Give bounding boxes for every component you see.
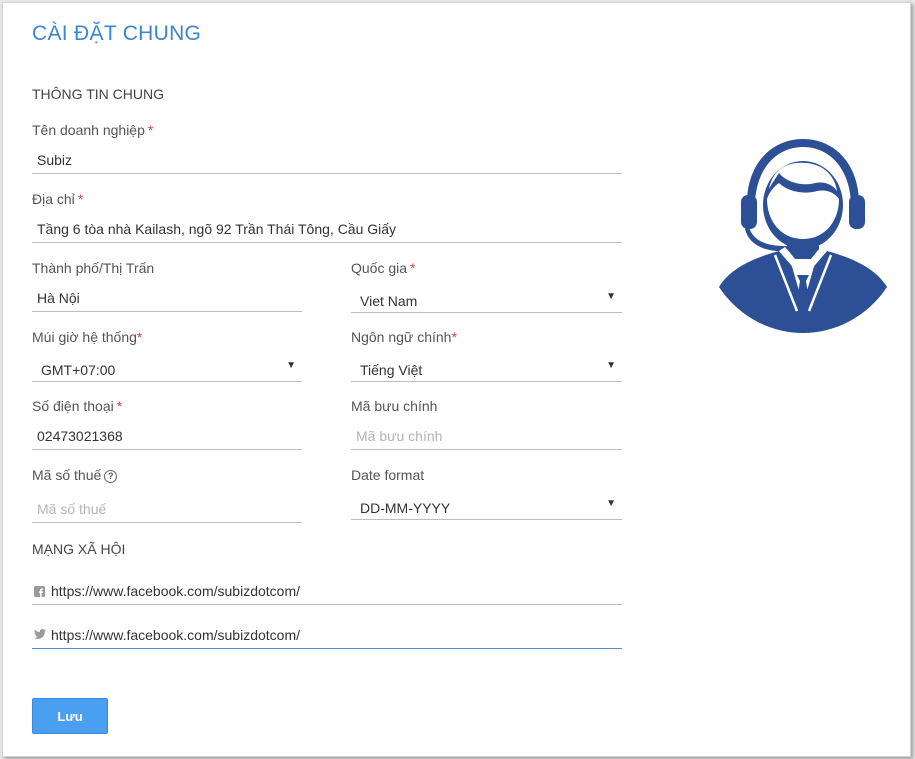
required-mark: * <box>451 329 457 345</box>
business-name-field <box>32 146 622 174</box>
postal-code-label: Mã bưu chính <box>351 398 438 414</box>
phone-field <box>32 422 302 450</box>
facebook-input[interactable] <box>48 577 622 604</box>
date-format-value: DD-MM-YYYY <box>360 500 451 516</box>
twitter-field <box>32 621 622 649</box>
language-value: Tiếng Việt <box>360 362 423 378</box>
twitter-icon <box>34 629 46 639</box>
tax-code-label: Mã số thuế? <box>32 467 118 483</box>
address-label: Địa chỉ * <box>32 191 84 207</box>
general-info-heading: THÔNG TIN CHUNG <box>32 86 164 102</box>
tax-code-field <box>32 495 302 523</box>
postal-code-input[interactable] <box>351 422 622 449</box>
address-input[interactable] <box>32 215 622 242</box>
address-field <box>32 215 622 243</box>
city-input[interactable] <box>32 284 302 311</box>
country-label: Quốc gia * <box>351 260 416 276</box>
phone-input[interactable] <box>32 422 302 449</box>
date-format-label: Date format <box>351 467 425 483</box>
phone-label: Số điện thoại * <box>32 398 123 414</box>
required-mark: * <box>136 329 143 345</box>
twitter-input[interactable] <box>48 621 622 648</box>
facebook-icon <box>34 586 45 597</box>
save-button[interactable]: Lưu <box>32 698 108 734</box>
chevron-down-icon: ▼ <box>606 498 616 509</box>
timezone-select[interactable]: GMT+07:00 ▼ <box>32 354 302 382</box>
timezone-label: Múi giờ hệ thống* <box>32 329 143 345</box>
page-title: CÀI ĐẶT CHUNG <box>32 22 202 45</box>
business-name-label: Tên doanh nghiệp * <box>32 122 154 138</box>
date-format-select[interactable]: DD-MM-YYYY ▼ <box>351 492 622 520</box>
chevron-down-icon: ▼ <box>606 291 616 302</box>
required-mark: * <box>410 260 416 276</box>
social-heading: MẠNG XÃ HỘI <box>32 541 126 557</box>
facebook-field <box>32 577 622 605</box>
city-label: Thành phố/Thị Trấn <box>32 260 155 276</box>
required-mark: * <box>116 398 123 414</box>
postal-code-field <box>351 422 622 450</box>
support-agent-icon <box>719 139 887 333</box>
language-select[interactable]: Tiếng Việt ▼ <box>351 354 622 382</box>
required-mark: * <box>147 122 154 138</box>
timezone-value: GMT+07:00 <box>41 362 116 378</box>
required-mark: * <box>77 191 84 207</box>
country-select[interactable]: Viet Nam ▼ <box>351 285 622 313</box>
language-label: Ngôn ngữ chính* <box>351 329 457 345</box>
help-icon[interactable]: ? <box>104 470 118 483</box>
city-field <box>32 284 302 312</box>
chevron-down-icon: ▼ <box>286 360 296 371</box>
tax-code-input[interactable] <box>32 495 302 522</box>
chevron-down-icon: ▼ <box>606 360 616 371</box>
settings-panel: CÀI ĐẶT CHUNG THÔNG TIN CHUNG Tên doanh … <box>2 2 911 757</box>
business-name-input[interactable] <box>32 146 622 173</box>
country-value: Viet Nam <box>360 293 418 309</box>
